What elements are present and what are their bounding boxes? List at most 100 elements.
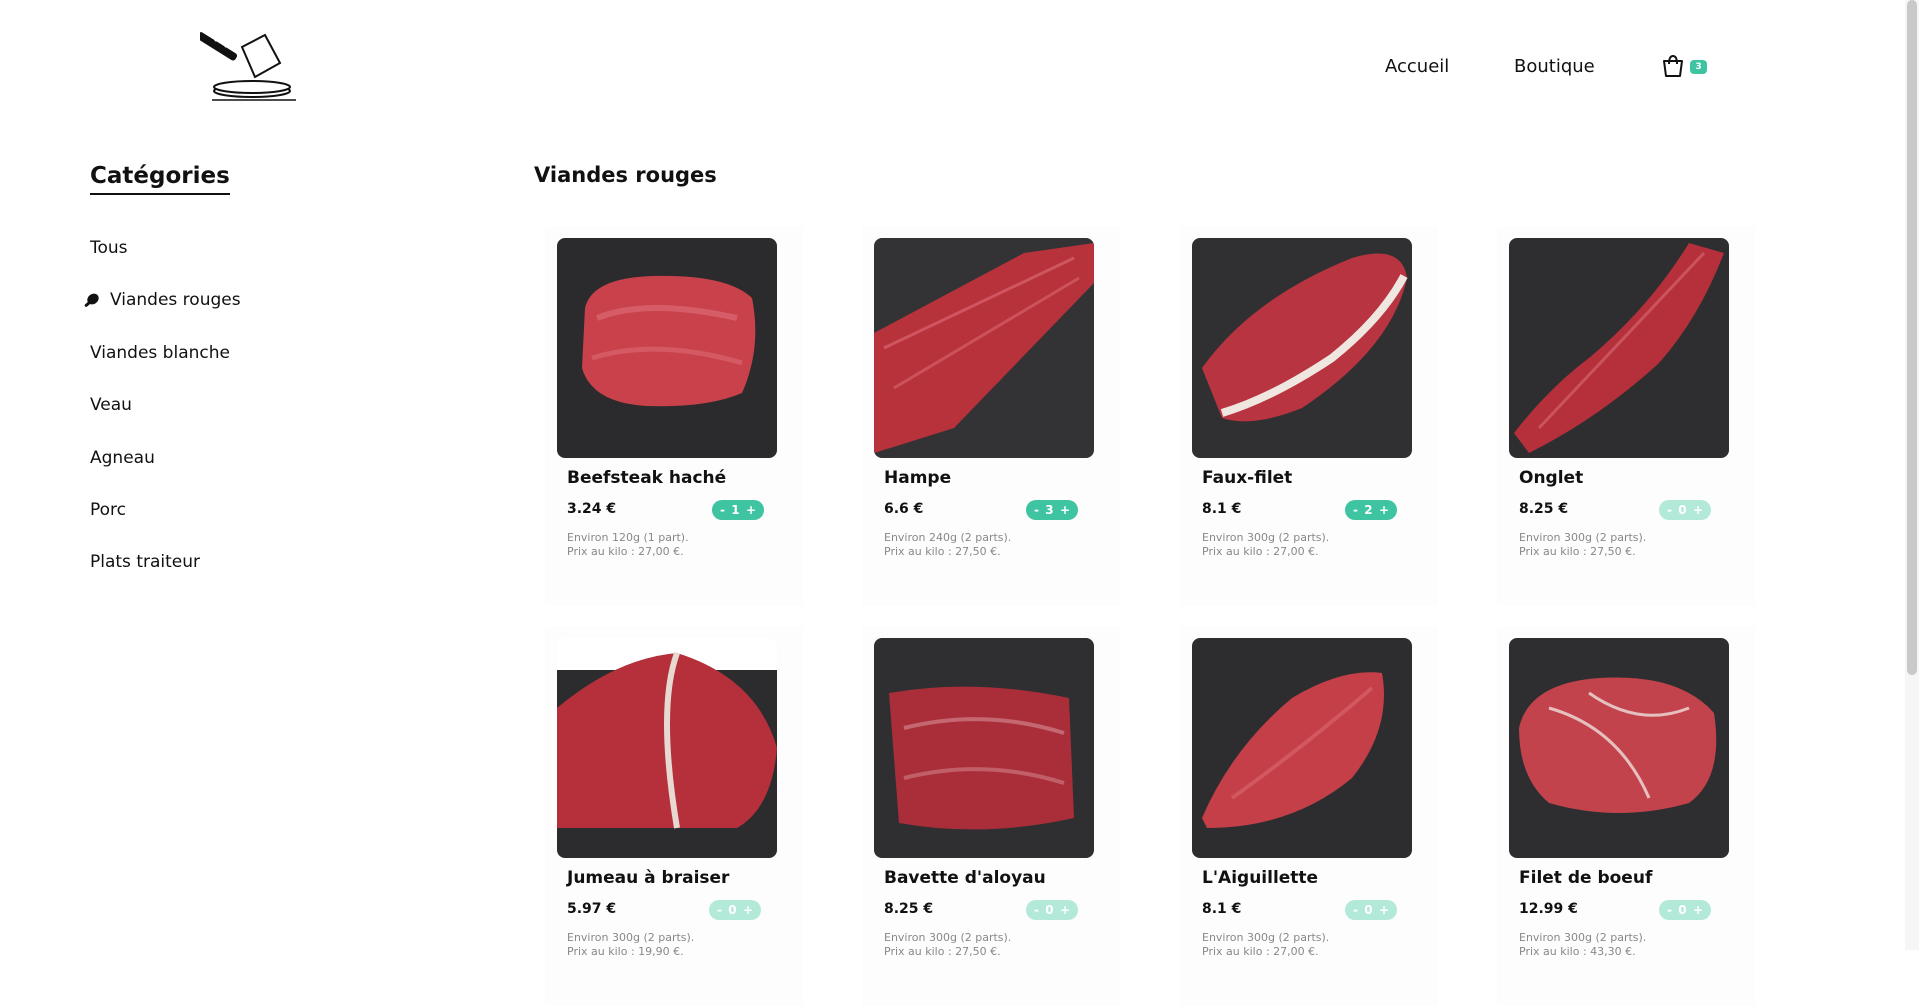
decrement-button[interactable]: - (1667, 503, 1672, 517)
product-price: 12.99 € (1519, 901, 1578, 917)
product-name: Faux-filet (1202, 468, 1293, 488)
product-weight: Environ 300g (2 parts). (567, 931, 695, 944)
category-veau[interactable]: Veau (90, 395, 132, 415)
product-price: 5.97 € (567, 901, 617, 917)
product-image (874, 638, 1094, 858)
quantity-stepper[interactable]: - 0 + (1659, 500, 1711, 520)
product-image (557, 638, 777, 858)
decrement-button[interactable]: - (1034, 503, 1039, 517)
product-price-per-kilo: Prix au kilo : 27,00 €. (567, 545, 684, 558)
page-title: Viandes rouges (534, 163, 717, 187)
category-plats-traiteur[interactable]: Plats traiteur (90, 552, 200, 572)
decrement-button[interactable]: - (717, 903, 722, 917)
quantity-stepper[interactable]: - 3 + (1026, 500, 1078, 520)
category-viandes-rouges[interactable]: Viandes rouges (110, 290, 241, 310)
product-card[interactable]: Filet de boeuf 12.99 € - 0 + Environ 300… (1497, 626, 1755, 1006)
product-image (874, 238, 1094, 458)
cart-button[interactable]: 3 (1660, 53, 1708, 79)
category-tous[interactable]: Tous (90, 238, 128, 258)
scrollbar[interactable] (1905, 0, 1919, 950)
product-card[interactable]: Jumeau à braiser 5.97 € - 0 + Environ 30… (545, 626, 803, 1006)
product-price-per-kilo: Prix au kilo : 27,50 €. (884, 545, 1001, 558)
product-card[interactable]: Faux-filet 8.1 € - 2 + Environ 300g (2 p… (1180, 226, 1438, 606)
category-agneau[interactable]: Agneau (90, 448, 155, 468)
product-name: Bavette d'aloyau (884, 868, 1046, 888)
product-price-per-kilo: Prix au kilo : 19,90 €. (567, 945, 684, 958)
product-weight: Environ 300g (2 parts). (1202, 931, 1330, 944)
increment-button[interactable]: + (1379, 503, 1389, 517)
quantity-stepper[interactable]: - 0 + (1659, 900, 1711, 920)
quantity-value: 1 (731, 503, 740, 517)
decrement-button[interactable]: - (720, 503, 725, 517)
product-price: 8.1 € (1202, 501, 1242, 517)
nav-shop-link[interactable]: Boutique (1514, 56, 1595, 77)
product-name: Hampe (884, 468, 952, 488)
product-description: Environ 120g (1 part). Prix au kilo : 27… (567, 531, 689, 559)
decrement-button[interactable]: - (1353, 503, 1358, 517)
product-card[interactable]: Bavette d'aloyau 8.25 € - 0 + Environ 30… (862, 626, 1120, 1006)
increment-button[interactable]: + (743, 903, 753, 917)
product-description: Environ 300g (2 parts). Prix au kilo : 2… (884, 931, 1011, 959)
product-card[interactable]: Beefsteak haché 3.24 € - 1 + Environ 120… (545, 226, 803, 606)
category-porc[interactable]: Porc (90, 500, 126, 520)
product-weight: Environ 300g (2 parts). (884, 931, 1012, 944)
product-weight: Environ 300g (2 parts). (1519, 531, 1647, 544)
quantity-stepper[interactable]: - 0 + (1345, 900, 1397, 920)
scrollbar-thumb[interactable] (1907, 0, 1917, 675)
product-description: Environ 300g (2 parts). Prix au kilo : 1… (567, 931, 694, 959)
product-weight: Environ 120g (1 part). (567, 531, 689, 544)
quantity-stepper[interactable]: - 2 + (1345, 500, 1397, 520)
product-price: 6.6 € (884, 501, 924, 517)
product-name: Onglet (1519, 468, 1584, 488)
quantity-value: 0 (1045, 903, 1054, 917)
categories-title: Catégories (90, 163, 230, 195)
product-card[interactable]: L'Aiguillette 8.1 € - 0 + Environ 300g (… (1180, 626, 1438, 1006)
product-description: Environ 240g (2 parts). Prix au kilo : 2… (884, 531, 1011, 559)
decrement-button[interactable]: - (1034, 903, 1039, 917)
quantity-value: 0 (1678, 903, 1687, 917)
decrement-button[interactable]: - (1353, 903, 1358, 917)
logo[interactable] (196, 25, 335, 105)
cart-icon (1663, 54, 1683, 77)
product-card[interactable]: Onglet 8.25 € - 0 + Environ 300g (2 part… (1497, 226, 1755, 606)
product-image (1192, 238, 1412, 458)
quantity-stepper[interactable]: - 0 + (709, 900, 761, 920)
product-name: Beefsteak haché (567, 468, 727, 488)
category-viandes-blanche[interactable]: Viandes blanche (90, 343, 230, 363)
increment-button[interactable]: + (1693, 503, 1703, 517)
product-image (557, 238, 777, 458)
product-price: 8.1 € (1202, 901, 1242, 917)
nav-home-link[interactable]: Accueil (1385, 56, 1449, 77)
decrement-button[interactable]: - (1667, 903, 1672, 917)
product-weight: Environ 300g (2 parts). (1202, 531, 1330, 544)
product-image (1509, 238, 1729, 458)
product-price: 8.25 € (1519, 501, 1569, 517)
product-description: Environ 300g (2 parts). Prix au kilo : 4… (1519, 931, 1646, 959)
product-weight: Environ 300g (2 parts). (1519, 931, 1647, 944)
increment-button[interactable]: + (1060, 903, 1070, 917)
product-image (1509, 638, 1729, 858)
product-description: Environ 300g (2 parts). Prix au kilo : 2… (1202, 931, 1329, 959)
product-price-per-kilo: Prix au kilo : 27,00 €. (1202, 545, 1319, 558)
quantity-stepper[interactable]: - 1 + (712, 500, 764, 520)
product-card[interactable]: Hampe 6.6 € - 3 + Environ 240g (2 parts)… (862, 226, 1120, 606)
product-price-per-kilo: Prix au kilo : 27,50 €. (1519, 545, 1636, 558)
product-price: 8.25 € (884, 901, 934, 917)
product-name: L'Aiguillette (1202, 868, 1319, 888)
increment-button[interactable]: + (746, 503, 756, 517)
increment-button[interactable]: + (1693, 903, 1703, 917)
increment-button[interactable]: + (1379, 903, 1389, 917)
quantity-value: 3 (1045, 503, 1054, 517)
product-description: Environ 300g (2 parts). Prix au kilo : 2… (1202, 531, 1329, 559)
quantity-stepper[interactable]: - 0 + (1026, 900, 1078, 920)
quantity-value: 2 (1364, 503, 1373, 517)
cart-count-badge: 3 (1690, 60, 1707, 74)
meat-leg-icon (84, 293, 99, 307)
product-price-per-kilo: Prix au kilo : 27,50 €. (884, 945, 1001, 958)
product-name: Filet de boeuf (1519, 868, 1653, 888)
product-weight: Environ 240g (2 parts). (884, 531, 1012, 544)
product-price: 3.24 € (567, 501, 617, 517)
increment-button[interactable]: + (1060, 503, 1070, 517)
quantity-value: 0 (1678, 503, 1687, 517)
product-price-per-kilo: Prix au kilo : 43,30 €. (1519, 945, 1636, 958)
